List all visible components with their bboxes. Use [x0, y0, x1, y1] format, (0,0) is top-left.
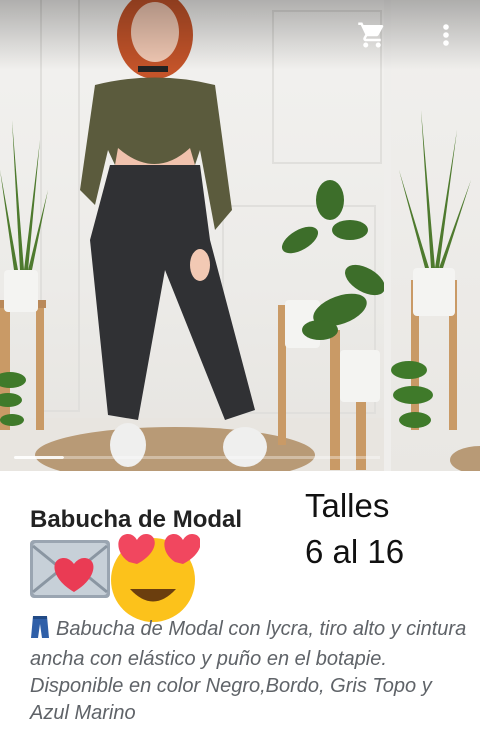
- product-photo-next[interactable]: [391, 0, 480, 471]
- snake-plant: [0, 120, 48, 270]
- product-details: Babucha de Modal Talles 6 al 16 Babucha …: [0, 471, 480, 751]
- emoji-row: [30, 534, 201, 622]
- product-description: Babucha de Modal con lycra, tiro alto y …: [30, 616, 470, 727]
- left-shoe: [110, 423, 146, 467]
- plant-stand: [0, 300, 10, 430]
- top-scrim: [0, 0, 480, 70]
- product-photo-main[interactable]: [0, 0, 384, 471]
- product-image-carousel[interactable]: [0, 0, 480, 471]
- rug: [35, 427, 315, 471]
- right-shoe: [223, 427, 267, 467]
- carousel-track: [64, 456, 380, 459]
- description-text: Babucha de Modal con lycra, tiro alto y …: [30, 618, 467, 724]
- carousel-indicator: [14, 456, 64, 459]
- cart-icon: [358, 22, 384, 48]
- envelope-heart-icon: [30, 540, 110, 598]
- jeans-icon: [30, 616, 50, 646]
- model-illustration: [0, 0, 384, 471]
- more-vert-icon: [443, 24, 449, 46]
- product-title: Babucha de Modal: [30, 506, 243, 533]
- heart-eyes-face-icon: [111, 534, 201, 622]
- sizes-line1: Talles: [305, 487, 390, 524]
- cart-button[interactable]: [356, 20, 388, 50]
- plant-pot: [4, 270, 38, 312]
- sizes-label: Talles 6 al 16: [305, 483, 404, 575]
- more-options-button[interactable]: [436, 20, 456, 50]
- sizes-line2: 6 al 16: [305, 533, 405, 570]
- fern-plant: [0, 372, 26, 426]
